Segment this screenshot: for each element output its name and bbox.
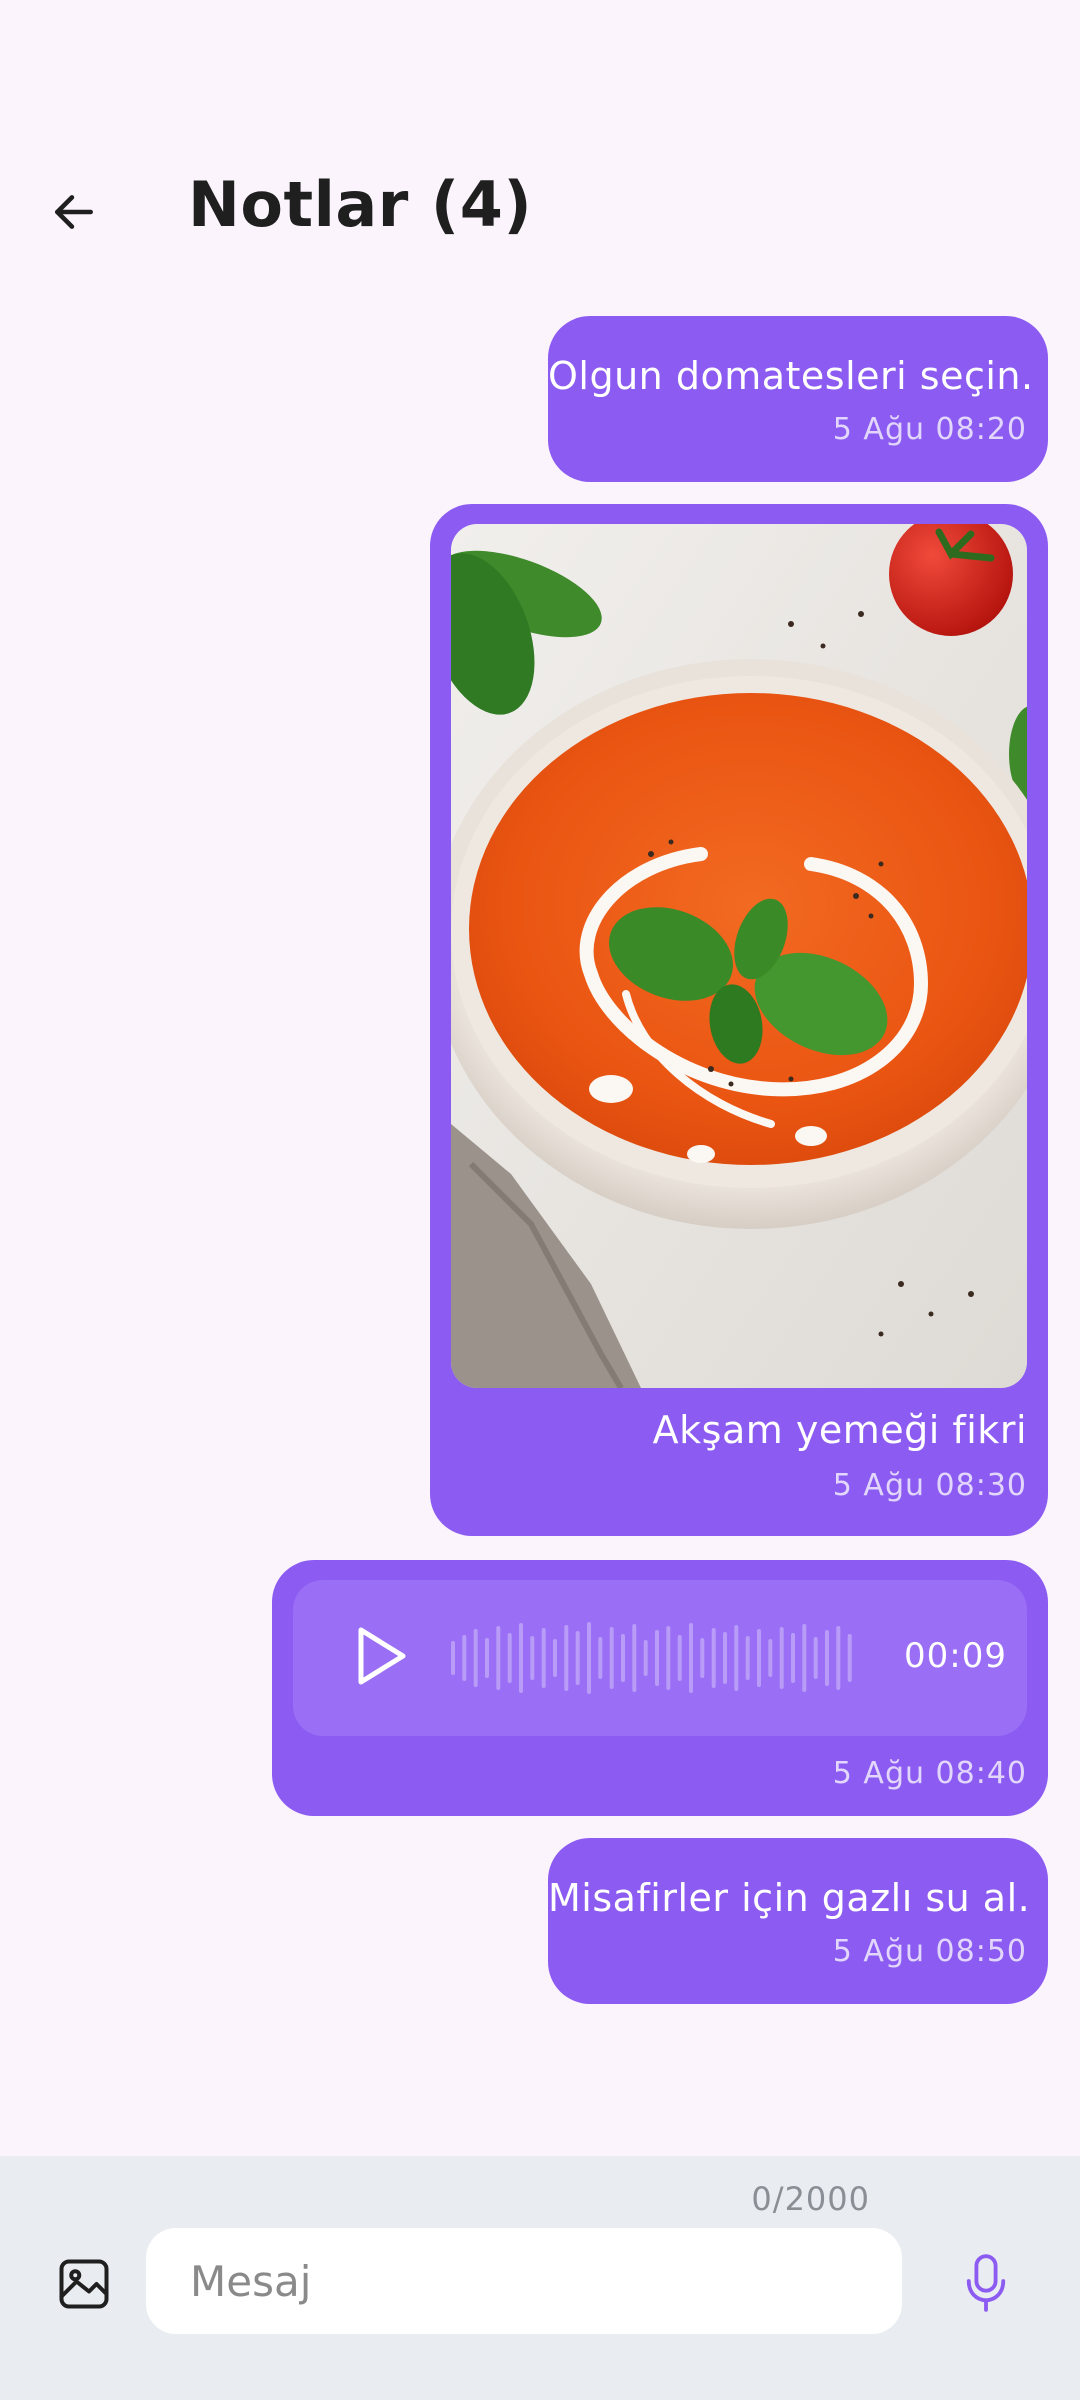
waveform-bar — [655, 1630, 659, 1686]
message-timestamp: 5 Ağu 08:20 — [832, 412, 1027, 447]
waveform-bar — [609, 1627, 614, 1689]
waveform-bar — [813, 1637, 818, 1679]
waveform-bar — [791, 1633, 795, 1683]
microphone-icon — [963, 2251, 1009, 2319]
waveform-bar — [564, 1625, 569, 1691]
waveform-bar — [587, 1622, 591, 1694]
waveform-bar — [643, 1640, 648, 1676]
tomato-soup-photo[interactable] — [451, 524, 1027, 1388]
waveform-bar — [666, 1626, 671, 1690]
image-message-bubble[interactable]: Akşam yemeği fikri 5 Ağu 08:30 — [430, 504, 1048, 1536]
waveform-bar — [700, 1638, 705, 1678]
text-message-bubble[interactable]: Misafirler için gazlı su al. 5 Ağu 08:50 — [548, 1838, 1048, 2004]
text-message-bubble[interactable]: Olgun domatesleri seçin. 5 Ağu 08:20 — [548, 316, 1048, 482]
waveform-bar — [507, 1633, 512, 1683]
message-composer: 0/2000 — [0, 2156, 1080, 2400]
waveform-bar — [847, 1634, 852, 1682]
back-button[interactable] — [30, 170, 118, 258]
audio-duration: 00:09 — [904, 1636, 1007, 1676]
waveform-bar — [768, 1639, 773, 1677]
waveform-bar — [598, 1637, 603, 1679]
waveform-bar — [485, 1638, 489, 1678]
waveform-bar — [519, 1623, 523, 1693]
image-caption: Akşam yemeği fikri — [652, 1408, 1027, 1452]
waveform-bar — [689, 1623, 693, 1693]
waveform-bar — [462, 1635, 467, 1681]
waveform-bar — [734, 1625, 739, 1691]
attach-image-button[interactable] — [44, 2246, 124, 2326]
character-counter: 0/2000 — [751, 2180, 870, 2218]
waveform-bar — [723, 1632, 727, 1684]
waveform-bar — [451, 1641, 455, 1675]
waveform-bar — [530, 1636, 535, 1680]
notes-screen: Notlar (4) Olgun domatesleri seçin. 5 Ağ… — [0, 0, 1080, 2400]
message-timestamp: 5 Ağu 08:50 — [832, 1934, 1027, 1969]
play-icon — [353, 1625, 409, 1691]
audio-message-bubble[interactable]: 00:09 5 Ağu 08:40 — [272, 1560, 1048, 1816]
page-title: Notlar (4) — [188, 168, 533, 241]
image-icon — [54, 2254, 114, 2318]
record-voice-button[interactable] — [946, 2242, 1026, 2328]
waveform-bar — [553, 1639, 557, 1677]
waveform-bar — [541, 1628, 546, 1688]
message-text: Misafirler için gazlı su al. — [548, 1876, 1031, 1920]
message-timestamp: 5 Ağu 08:30 — [832, 1468, 1027, 1503]
waveform-bar — [621, 1634, 625, 1682]
waveform-bar — [575, 1631, 580, 1685]
waveform-bar — [757, 1629, 761, 1687]
waveform-bar — [496, 1626, 501, 1690]
audio-waveform[interactable] — [449, 1620, 857, 1696]
audio-player: 00:09 — [293, 1580, 1027, 1736]
message-text: Olgun domatesleri seçin. — [548, 354, 1034, 398]
waveform-bar — [473, 1629, 478, 1687]
message-input[interactable] — [146, 2228, 902, 2334]
waveform-bar — [836, 1626, 841, 1690]
message-timestamp: 5 Ağu 08:40 — [832, 1756, 1027, 1791]
waveform-bar — [779, 1627, 784, 1689]
app-header: Notlar (4) — [0, 150, 1080, 270]
waveform-bar — [711, 1628, 716, 1688]
waveform-bar — [825, 1630, 829, 1686]
waveform-bar — [802, 1624, 807, 1692]
waveform-bar — [745, 1636, 750, 1680]
arrow-left-icon — [49, 187, 99, 241]
waveform-bar — [632, 1624, 637, 1692]
play-button[interactable] — [341, 1618, 421, 1698]
waveform-bar — [677, 1635, 682, 1681]
